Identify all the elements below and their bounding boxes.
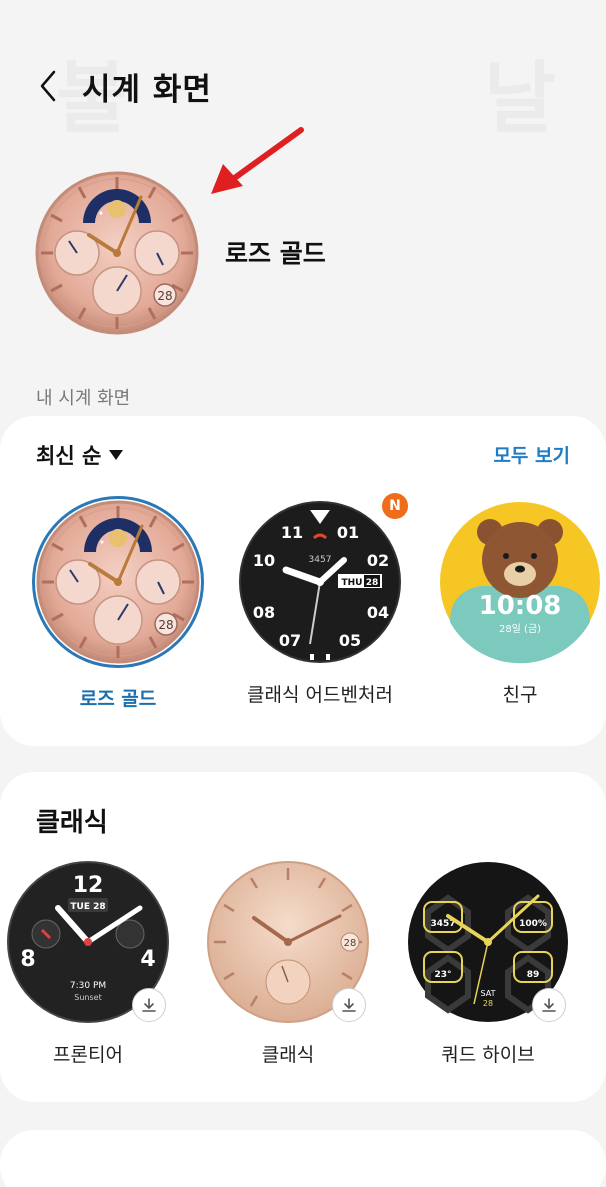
face-number: 11 — [281, 523, 303, 542]
face-number: 02 — [367, 551, 389, 570]
back-button[interactable] — [30, 66, 66, 106]
sort-dropdown[interactable]: 최신 순 — [36, 440, 124, 470]
classic-face-item[interactable]: 12 4 8 TUE 28 7:30 PM Sunset 프론티어 — [6, 860, 170, 1067]
face-day: THU — [342, 578, 363, 588]
face-date: 28 — [344, 938, 357, 949]
download-button[interactable] — [532, 988, 566, 1022]
face-day: SAT — [481, 989, 496, 998]
classic-adventurer-watch-face: 11 01 02 04 05 07 08 10 3457 THU 28 — [239, 501, 401, 663]
face-number: 10 — [253, 551, 275, 570]
face-number: 8 — [20, 947, 35, 972]
my-faces-section-label: 내 시계 화면 — [36, 388, 131, 409]
download-icon — [342, 998, 356, 1012]
page-title: 시계 화면 — [82, 72, 212, 108]
face-date: 28 — [366, 578, 379, 588]
my-faces-card: 최신 순 모두 보기 28 로즈 골드 11 01 02 04 05 07 08… — [0, 416, 606, 746]
face-time: 7:30 PM — [70, 981, 106, 991]
new-badge: N — [382, 493, 408, 519]
download-button[interactable] — [332, 988, 366, 1022]
download-button[interactable] — [132, 988, 166, 1022]
classic-card: 클래식 12 4 8 TUE 28 7:30 PM Sunset 프론티어 28… — [0, 772, 606, 1102]
sort-label: 최신 순 — [36, 444, 102, 468]
caret-down-icon — [109, 450, 124, 460]
rose-gold-watch-face: 28 — [35, 171, 199, 335]
face-date: 28 — [483, 999, 493, 1008]
download-icon — [542, 998, 556, 1012]
selected-ring — [32, 496, 204, 668]
my-face-item[interactable]: 11 01 02 04 05 07 08 10 3457 THU 28 클래식 … — [238, 500, 402, 707]
download-icon — [142, 998, 156, 1012]
step-counter: 3457 — [309, 555, 332, 565]
face-number: 01 — [337, 523, 359, 542]
face-number: 08 — [253, 603, 275, 622]
face-number: 05 — [339, 631, 361, 650]
face-date: 28 — [157, 289, 172, 303]
face-label: 친구 — [502, 684, 538, 706]
my-face-item[interactable]: 10:08 28일 (금) 친구 — [438, 500, 602, 707]
face-subtitle: Sunset — [74, 993, 101, 1002]
my-face-item[interactable]: 28 로즈 골드 — [32, 496, 204, 711]
face-label: 클래식 어드벤처러 — [247, 684, 393, 706]
face-stat: 89 — [527, 970, 540, 980]
face-number: 12 — [73, 873, 104, 898]
see-all-link[interactable]: 모두 보기 — [493, 441, 570, 468]
classic-face-item[interactable]: 3457 100% 23° 89 SAT 28 쿼드 하이브 — [406, 860, 570, 1067]
face-label: 로즈 골드 — [79, 688, 157, 710]
face-day-date: TUE 28 — [70, 902, 105, 912]
friend-bear-watch-face: 10:08 28일 (금) — [440, 502, 600, 664]
face-number: 07 — [279, 631, 301, 650]
face-number: 04 — [367, 603, 389, 622]
face-date: 28일 (금) — [499, 623, 541, 635]
face-stat: 100% — [519, 919, 547, 929]
classic-section-title: 클래식 — [36, 808, 108, 838]
face-stat: 23° — [434, 970, 451, 980]
next-section-card — [0, 1130, 606, 1187]
chevron-left-icon — [40, 70, 56, 102]
face-label: 클래식 — [261, 1044, 315, 1066]
red-arrow-annotation — [211, 127, 304, 194]
current-face-name: 로즈 골드 — [225, 239, 326, 268]
face-time: 10:08 — [479, 591, 562, 621]
header: 시계 화면 — [0, 58, 606, 114]
face-number: 4 — [140, 947, 155, 972]
face-label: 프론티어 — [53, 1044, 123, 1066]
face-label: 쿼드 하이브 — [441, 1044, 535, 1066]
classic-face-item[interactable]: 28 클래식 — [206, 860, 370, 1067]
